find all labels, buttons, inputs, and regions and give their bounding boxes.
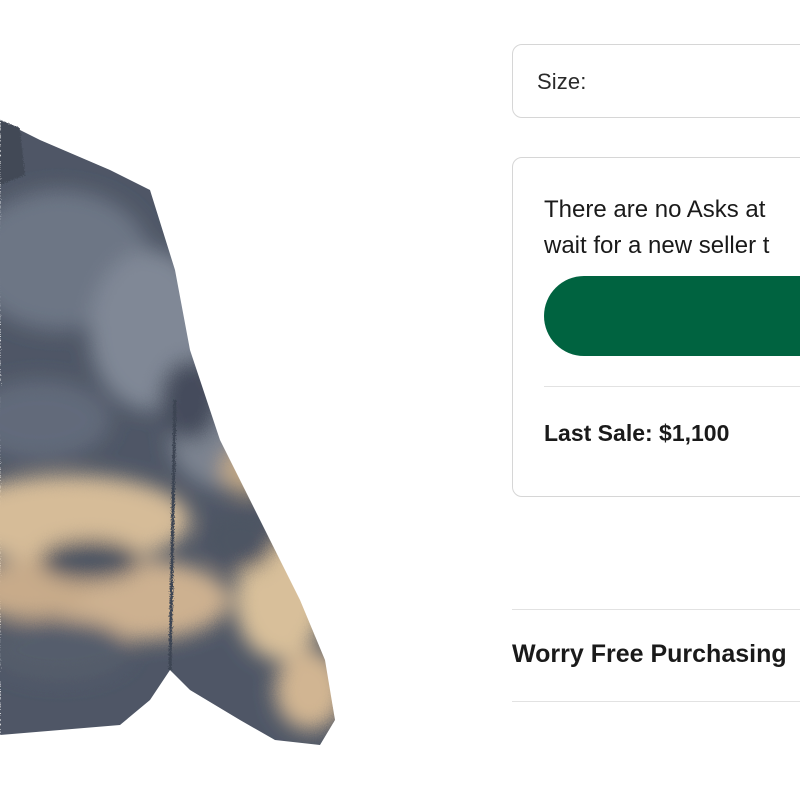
buy-panel: There are no Asks at wait for a new sell… <box>512 157 800 497</box>
no-asks-message-line1: There are no Asks at <box>544 196 766 223</box>
product-image <box>0 0 480 800</box>
worry-free-purchasing-link[interactable]: Worry Free Purchasing <box>512 640 787 669</box>
sweater-illustration <box>0 120 335 745</box>
no-asks-message: There are no Asks at wait for a new sell… <box>544 192 800 264</box>
place-bid-button[interactable] <box>544 276 800 356</box>
divider <box>512 609 800 610</box>
no-asks-message-line2: wait for a new seller t <box>544 232 770 259</box>
product-page: Size: There are no Asks at wait for a ne… <box>0 0 800 800</box>
last-sale-value: Last Sale: $1,100 <box>544 420 730 446</box>
divider <box>512 701 800 702</box>
size-selector[interactable]: Size: <box>512 44 800 118</box>
divider <box>544 386 800 387</box>
size-label: Size: <box>537 69 587 94</box>
